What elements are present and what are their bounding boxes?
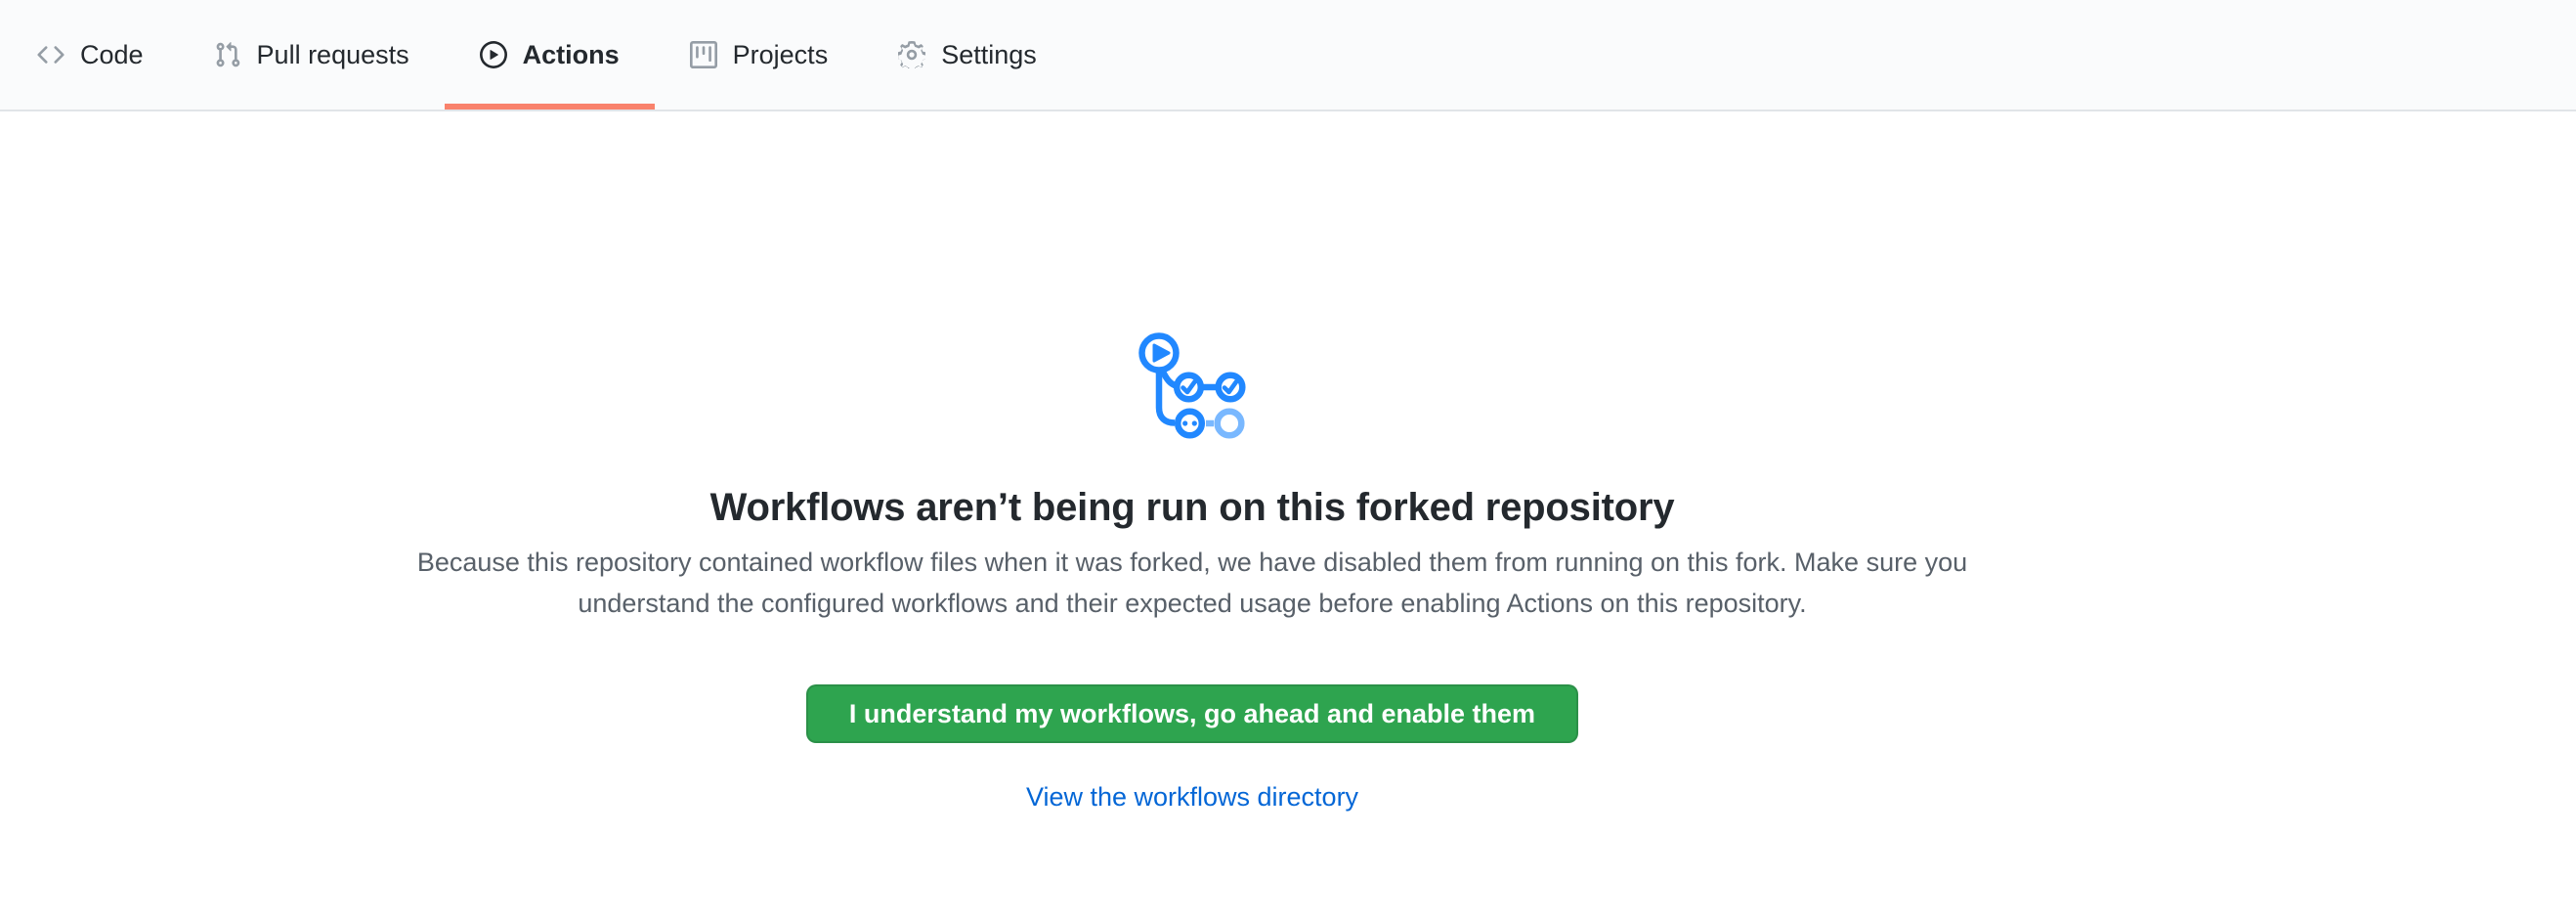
tab-label: Actions <box>523 0 620 110</box>
blankslate-title: Workflows aren’t being run on this forke… <box>710 483 1675 532</box>
repo-tab-nav: Code Pull requests Actions Projects Sett… <box>0 0 2576 111</box>
tab-label: Code <box>80 0 144 110</box>
actions-workflow-icon <box>1138 330 1248 440</box>
gear-icon <box>898 41 925 68</box>
view-workflows-directory-link[interactable]: View the workflows directory <box>1026 780 1358 813</box>
code-icon <box>37 41 64 68</box>
tab-label: Projects <box>733 0 829 110</box>
play-icon <box>480 41 507 68</box>
tab-pull-requests[interactable]: Pull requests <box>179 0 445 110</box>
enable-workflows-button[interactable]: I understand my workflows, go ahead and … <box>806 684 1578 743</box>
tab-settings[interactable]: Settings <box>863 0 1072 110</box>
git-pull-request-icon <box>214 41 241 68</box>
tab-actions[interactable]: Actions <box>445 0 655 110</box>
tab-projects[interactable]: Projects <box>655 0 864 110</box>
project-icon <box>690 41 717 68</box>
tab-label: Pull requests <box>257 0 409 110</box>
tab-label: Settings <box>941 0 1037 110</box>
blankslate-description: Because this repository contained workfl… <box>391 542 1994 624</box>
actions-blankslate: Workflows aren’t being run on this forke… <box>0 111 2384 813</box>
tab-code[interactable]: Code <box>2 0 179 110</box>
